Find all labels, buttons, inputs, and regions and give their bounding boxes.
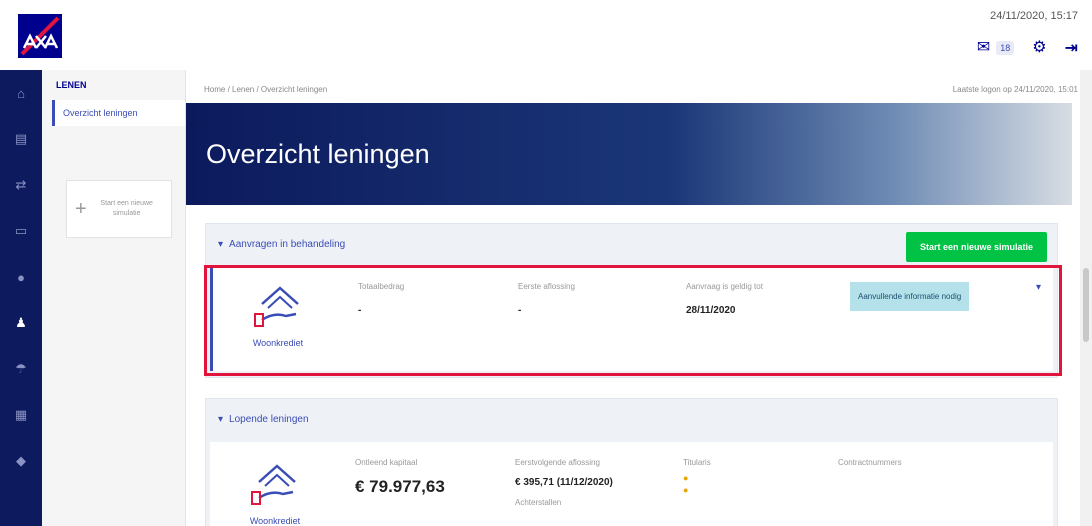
start-new-simulation-button[interactable]: Start een nieuwe simulatie: [905, 232, 1047, 262]
pension-icon[interactable]: ◆: [0, 438, 42, 484]
top-bar: 24/11/2020, 15:17 ✉ 18 ⚙ ⇥: [0, 0, 1092, 70]
capital-value: € 79.977,63: [355, 477, 445, 496]
main-nav-rail: ⌂ ▤ ⇄ ▭ ● ♟ ☂ ▦ ◆: [0, 70, 42, 526]
next-repayment-value: € 395,71 (11/12/2020): [515, 477, 613, 488]
sub-nav: LENEN Overzicht leningen + Start een nie…: [42, 70, 186, 526]
current-loan-card[interactable]: Woonkrediet Ontleend kapitaal € 79.977,6…: [210, 442, 1053, 526]
last-login: Laatste logon op 24/11/2020, 15:01: [952, 85, 1078, 94]
current-title: Lopende leningen: [229, 413, 309, 425]
logout-icon[interactable]: ⇥: [1065, 38, 1078, 58]
new-simulation-label: Start een nieuwe simulatie: [100, 200, 153, 217]
page-title: Overzicht leningen: [206, 139, 430, 169]
holders: Titularis ● ●: [683, 458, 711, 496]
scrollbar[interactable]: [1080, 70, 1092, 526]
messages-button[interactable]: ✉ 18: [976, 39, 1015, 56]
arrears-label: Achterstallen: [515, 498, 562, 507]
contract-numbers: Contractnummers: [838, 458, 902, 467]
axa-logo[interactable]: [18, 14, 62, 58]
page-hero: Overzicht leningen: [186, 103, 1072, 205]
home-icon[interactable]: ⌂: [0, 70, 42, 116]
loans-icon[interactable]: ♟: [0, 300, 42, 346]
chevron-down-icon: ▾: [218, 238, 224, 250]
subnav-item-overview[interactable]: Overzicht leningen: [52, 100, 185, 126]
breadcrumb[interactable]: Home / Lenen / Overzicht leningen: [204, 85, 327, 94]
next-repayment-label: Eerstvolgende aflossing: [515, 458, 600, 467]
plus-icon: +: [75, 197, 87, 220]
capital-label: Ontleend kapitaal: [355, 458, 418, 467]
contract-numbers-label: Contractnummers: [838, 458, 902, 467]
next-repayment: Eerstvolgende aflossing € 395,71 (11/12/…: [515, 458, 613, 507]
capital: Ontleend kapitaal € 79.977,63: [355, 458, 445, 497]
pending-title: Aanvragen in behandeling: [229, 238, 346, 250]
insurance-icon[interactable]: ☂: [0, 346, 42, 392]
card-icon[interactable]: ▭: [0, 208, 42, 254]
loan-type-label: Woonkrediet: [249, 516, 301, 526]
transfer-icon[interactable]: ⇄: [0, 162, 42, 208]
loan-type: Woonkrediet: [220, 460, 330, 526]
highlight-frame: [204, 265, 1062, 376]
subnav-title: LENEN: [56, 80, 87, 90]
chevron-down-icon: ▾: [218, 413, 224, 425]
scrollbar-thumb[interactable]: [1083, 268, 1089, 342]
person-icon: ● ●: [683, 473, 689, 495]
house-hand-icon: [251, 464, 296, 505]
investments-icon[interactable]: ▦: [0, 392, 42, 438]
envelope-icon: ✉: [976, 39, 991, 56]
accounts-icon[interactable]: ▤: [0, 116, 42, 162]
new-simulation-card[interactable]: + Start een nieuwe simulatie: [66, 180, 172, 238]
holders-label: Titularis: [683, 458, 711, 467]
message-count: 18: [996, 41, 1015, 55]
current-header[interactable]: ▾ Lopende leningen: [206, 399, 1057, 439]
savings-icon[interactable]: ●: [0, 254, 42, 300]
gear-icon[interactable]: ⚙: [1032, 40, 1046, 56]
datetime: 24/11/2020, 15:17: [990, 10, 1078, 22]
